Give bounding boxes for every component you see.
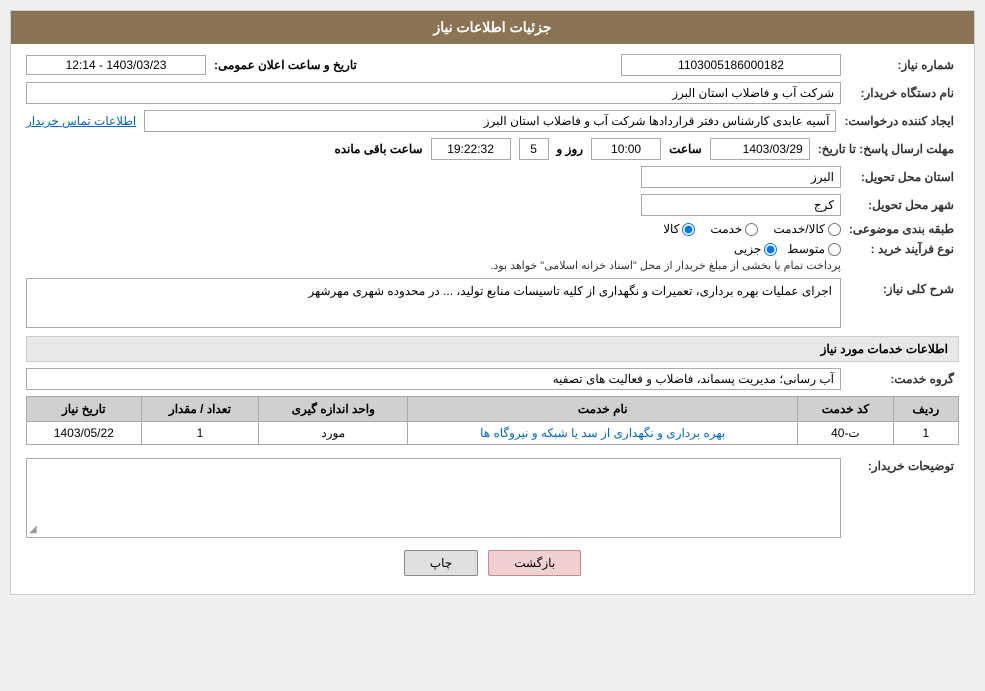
need-number-label: شماره نیاز: [849,58,959,72]
city-value: کرج [641,194,841,216]
print-button[interactable]: چاپ [404,550,478,576]
category-goods-radio[interactable] [682,223,695,236]
page-title: جزئیات اطلاعات نیاز [433,19,551,35]
deadline-time-value: 10:00 [591,138,661,160]
table-header-unit: واحد اندازه گیری [259,397,408,422]
table-header-date: تاریخ نیاز [27,397,142,422]
service-group-value: آب رسانی؛ مدیریت پسماند، فاضلاب و فعالیت… [26,368,841,390]
province-label: استان محل تحویل: [849,170,959,184]
description-value: اجرای عملیات بهره برداری، تعمیرات و نگهد… [26,278,841,328]
deadline-days-value: 5 [519,138,549,160]
deadline-remaining-label: ساعت باقی مانده [334,142,422,156]
cell-unit: مورد [259,422,408,445]
announce-date-value: 1403/03/23 - 12:14 [26,55,206,75]
category-goods-service-option[interactable]: کالا/خدمت [773,222,840,236]
purchase-type-partial-label: جزیی [734,242,761,256]
purchase-type-note: پرداخت تمام یا بخشی از مبلغ خریدار از مح… [26,259,841,272]
buyer-org-value: شرکت آب و فاضلاب استان البرز [26,82,841,104]
purchase-type-partial-option[interactable]: جزیی [734,242,777,256]
creator-value: آسیه عابدی کارشناس دفتر قراردادها شرکت آ… [144,110,836,132]
purchase-type-medium-option[interactable]: متوسط [787,242,841,256]
purchase-type-medium-radio[interactable] [828,243,841,256]
table-header-row-num: ردیف [893,397,958,422]
announce-label: تاریخ و ساعت اعلان عمومی: [214,58,357,72]
buyer-org-label: نام دستگاه خریدار: [849,86,959,100]
city-label: شهر محل تحویل: [849,198,959,212]
buyer-notes-label: توضیحات خریدار: [849,455,959,473]
table-row: 1 ت-40 بهره برداری و نگهداری از سد یا شب… [27,422,959,445]
resize-handle: ◢ [29,524,37,535]
category-label: طبقه بندی موضوعی: [849,222,959,236]
buttons-row: بازگشت چاپ [26,550,959,576]
table-header-quantity: تعداد / مقدار [141,397,259,422]
cell-service-name: بهره برداری و نگهداری از سد یا شبکه و نی… [408,422,798,445]
contact-link[interactable]: اطلاعات تماس خریدار [26,114,136,128]
cell-row-num: 1 [893,422,958,445]
purchase-type-partial-radio[interactable] [764,243,777,256]
cell-quantity: 1 [141,422,259,445]
category-goods-label: کالا [663,222,679,236]
category-goods-service-label: کالا/خدمت [773,222,824,236]
back-button[interactable]: بازگشت [488,550,581,576]
cell-date: 1403/05/22 [27,422,142,445]
purchase-type-radio-group: متوسط جزیی [26,242,841,256]
category-service-label: خدمت [710,222,742,236]
category-goods-service-radio[interactable] [828,223,841,236]
table-header-service-name: نام خدمت [408,397,798,422]
creator-label: ایجاد کننده درخواست: [844,114,959,128]
services-section-header: اطلاعات خدمات مورد نیاز [26,336,959,362]
category-goods-option[interactable]: کالا [663,222,695,236]
category-radio-group: کالا/خدمت خدمت کالا [663,222,841,236]
purchase-type-label: نوع فرآیند خرید : [849,242,959,256]
province-value: البرز [641,166,841,188]
need-number-value: 1103005186000182 [621,54,841,76]
service-table: ردیف کد خدمت نام خدمت واحد اندازه گیری ت… [26,396,959,445]
purchase-type-medium-label: متوسط [787,242,825,256]
category-service-radio[interactable] [745,223,758,236]
cell-service-code: ت-40 [798,422,894,445]
deadline-day-label: روز و [557,142,584,156]
deadline-date: 1403/03/29 [710,138,810,160]
buyer-notes-box[interactable]: ◢ [26,458,841,538]
deadline-label: مهلت ارسال پاسخ: تا تاریخ: [818,142,959,156]
description-label: شرح کلی نیاز: [849,278,959,296]
category-service-option[interactable]: خدمت [710,222,758,236]
deadline-remaining-value: 19:22:32 [431,138,511,160]
deadline-time-label: ساعت [669,142,702,156]
page-header: جزئیات اطلاعات نیاز [11,11,974,44]
service-group-label: گروه خدمت: [849,372,959,386]
table-header-service-code: کد خدمت [798,397,894,422]
